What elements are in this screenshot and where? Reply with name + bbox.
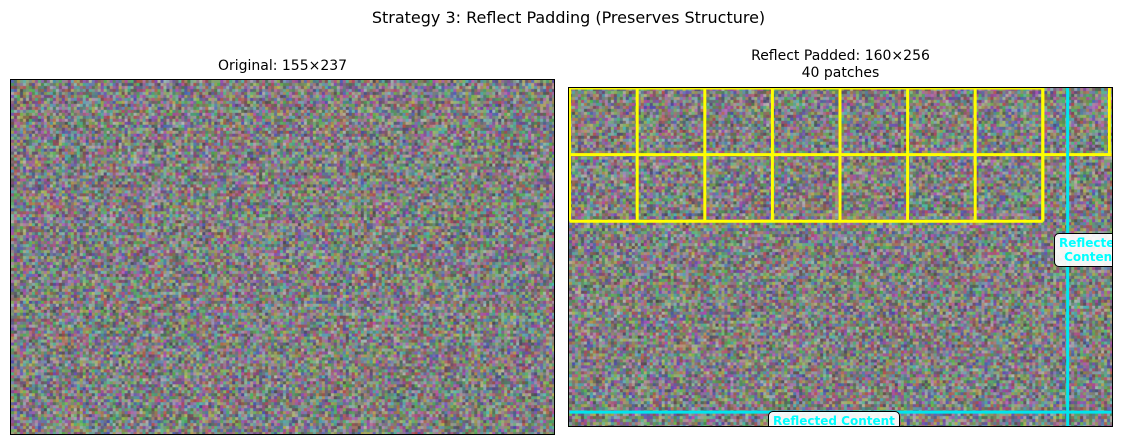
left-title-text: Original: 155×237 — [218, 58, 347, 74]
patch-grid — [570, 88, 1112, 221]
right-panel-title: Reflect Padded: 160×256 40 patches — [568, 48, 1113, 82]
right-title-line1: Reflect Padded: 160×256 — [568, 48, 1113, 65]
figure-title: Strategy 3: Reflect Padding (Preserves S… — [0, 8, 1137, 27]
left-panel-title: Original: 155×237 — [10, 58, 555, 75]
padded-image-panel: Reflected Content Reflected Content — [568, 87, 1113, 427]
original-image-panel — [10, 79, 555, 435]
reflected-content-label-bottom: Reflected Content — [768, 411, 900, 427]
reflected-content-label-right: Reflected Content — [1054, 233, 1113, 267]
original-noise-image — [11, 80, 554, 434]
patch-grid-overlay — [569, 88, 1112, 426]
right-title-line2: 40 patches — [568, 65, 1113, 82]
